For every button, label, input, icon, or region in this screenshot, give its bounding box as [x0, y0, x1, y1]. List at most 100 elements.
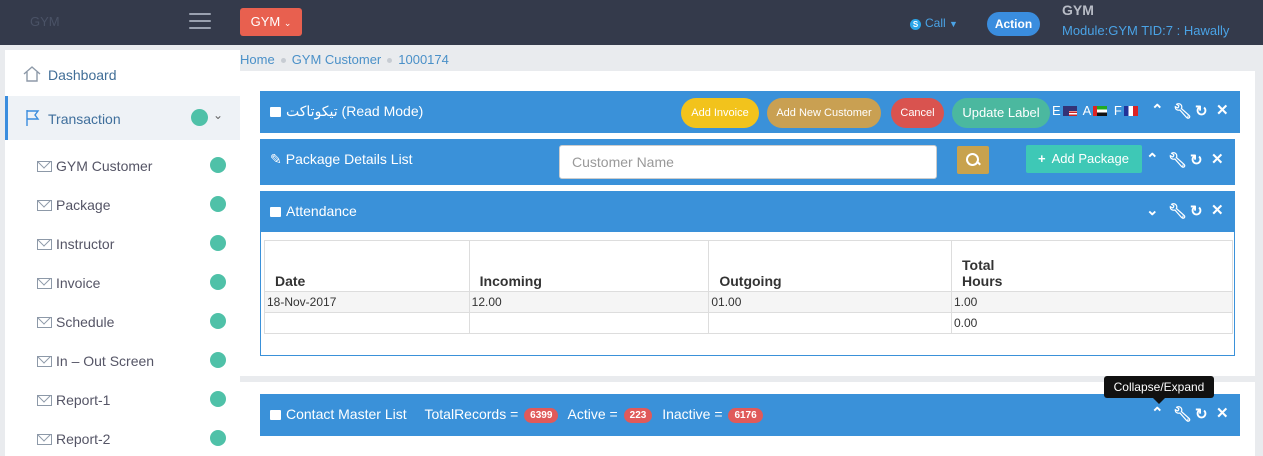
sidebar-item-gym-customer[interactable]: GYM Customer: [5, 148, 240, 187]
edit-icon: ✎: [270, 151, 282, 167]
france-flag-icon[interactable]: [1123, 106, 1138, 116]
envelope-icon: [37, 434, 52, 445]
lang-french[interactable]: F: [1114, 103, 1122, 118]
menu-toggle-icon[interactable]: [189, 13, 211, 31]
table-header-row: Date Incoming Outgoing Total Hours: [264, 240, 1233, 292]
refresh-icon[interactable]: ↻: [1195, 405, 1208, 423]
envelope-icon: [37, 200, 52, 211]
app-logo: GYM: [30, 14, 60, 29]
sidebar-item-transaction[interactable]: Transaction ⌄: [5, 96, 240, 140]
column-header-date: Date: [264, 240, 470, 292]
envelope-icon: [37, 278, 52, 289]
lang-arabic[interactable]: A: [1083, 103, 1092, 118]
table-cell: [468, 312, 710, 334]
refresh-icon[interactable]: ↻: [1190, 151, 1203, 169]
plus-icon: +: [1038, 151, 1046, 166]
collapse-icon[interactable]: ⌃: [1146, 150, 1159, 168]
language-switcher: E A F: [1052, 103, 1141, 118]
close-icon[interactable]: ✕: [1211, 201, 1224, 219]
chevron-down-icon: ⌄: [213, 108, 224, 122]
envelope-icon: [37, 317, 52, 328]
wrench-icon[interactable]: 🔧︎: [1168, 151, 1187, 169]
status-dot: [210, 430, 226, 446]
close-icon[interactable]: ✕: [1211, 150, 1224, 168]
expand-icon[interactable]: ⌄: [1146, 201, 1159, 219]
skype-icon: S: [910, 19, 921, 30]
status-dot: [210, 196, 226, 212]
table-cell: 12.00: [468, 291, 710, 313]
sidebar-item-in-out-screen[interactable]: In – Out Screen: [5, 343, 240, 382]
call-link[interactable]: S Call ▼: [910, 16, 958, 30]
sidebar-item-package[interactable]: Package: [5, 187, 240, 226]
sidebar-item-dashboard[interactable]: Dashboard: [5, 52, 240, 96]
envelope-icon: [37, 239, 52, 250]
active-badge: 223: [623, 408, 653, 423]
user-module-info: Module:GYM TID:7 : Hawally: [1062, 23, 1230, 38]
refresh-icon[interactable]: ↻: [1195, 102, 1208, 120]
refresh-icon[interactable]: ↻: [1190, 202, 1203, 220]
add-invoice-button[interactable]: Add Invoice: [681, 98, 759, 128]
uae-flag-icon[interactable]: [1093, 106, 1108, 116]
action-button[interactable]: Action: [987, 12, 1040, 36]
sidebar-item-schedule[interactable]: Schedule: [5, 304, 240, 343]
caret-down-icon: ▼: [949, 19, 958, 29]
cancel-button[interactable]: Cancel: [891, 98, 944, 128]
add-package-button[interactable]: + Add Package: [1026, 145, 1142, 173]
inactive-badge: 6176: [728, 408, 763, 423]
gift-icon: [270, 410, 281, 420]
wrench-icon[interactable]: 🔧︎: [1168, 202, 1187, 220]
close-icon[interactable]: ✕: [1216, 404, 1229, 422]
table-cell: 1.00: [951, 291, 1233, 313]
wrench-icon[interactable]: 🔧︎: [1173, 405, 1192, 423]
wrench-icon[interactable]: 🔧︎: [1173, 102, 1192, 120]
transaction-badge-dot: [191, 109, 208, 126]
status-dot: [210, 391, 226, 407]
us-flag-icon[interactable]: [1062, 106, 1077, 116]
close-icon[interactable]: ✕: [1216, 101, 1229, 119]
panel-title: تيكوتاكت (Read Mode): [270, 103, 423, 120]
table-cell: 0.00: [951, 312, 1233, 334]
chevron-down-icon: ⌄: [283, 18, 292, 28]
envelope-icon: [37, 356, 52, 367]
table-cell: 18-Nov-2017: [264, 291, 470, 313]
column-header-incoming: Incoming: [468, 240, 710, 292]
sidebar-item-invoice[interactable]: Invoice: [5, 265, 240, 304]
sidebar-item-instructor[interactable]: Instructor: [5, 226, 240, 265]
attendance-table: Date Incoming Outgoing Total Hours 18-No…: [264, 240, 1233, 334]
status-dot: [210, 157, 226, 173]
table-cell: 01.00: [708, 291, 952, 313]
add-new-customer-button[interactable]: Add New Customer: [767, 98, 881, 128]
home-icon: [23, 66, 41, 82]
contact-master-panel-header: Contact Master List TotalRecords = 6399 …: [260, 394, 1240, 436]
gift-icon: [270, 207, 281, 217]
tooltip: Collapse/Expand: [1104, 376, 1214, 404]
status-dot: [210, 274, 226, 290]
envelope-icon: [37, 395, 52, 406]
table-cell: [264, 312, 470, 334]
search-button[interactable]: [957, 146, 989, 174]
module-dropdown-button[interactable]: GYM ⌄: [240, 8, 302, 36]
envelope-icon: [37, 161, 52, 172]
sidebar-item-report-1[interactable]: Report-1: [5, 382, 240, 421]
sidebar-item-report-2[interactable]: Report-2: [5, 421, 240, 456]
table-cell: [708, 312, 952, 334]
panel-title: ✎ Package Details List: [270, 151, 413, 167]
table-row: 18-Nov-2017 12.00 01.00 1.00: [264, 291, 1233, 313]
panel-title: Attendance: [270, 203, 357, 219]
collapse-icon[interactable]: ⌃: [1151, 404, 1164, 422]
breadcrumb-record-id: 1000174: [398, 52, 449, 67]
breadcrumb-home[interactable]: Home: [240, 52, 275, 67]
column-header-outgoing: Outgoing: [708, 240, 952, 292]
breadcrumb-gym-customer[interactable]: GYM Customer: [292, 52, 382, 67]
collapse-icon[interactable]: ⌃: [1151, 101, 1164, 119]
attendance-panel-header: Attendance ⌄ 🔧︎ ↻ ✕: [260, 191, 1235, 232]
update-label-button[interactable]: Update Label: [952, 98, 1050, 128]
customer-name-input[interactable]: [559, 145, 937, 179]
sidebar: Dashboard Transaction ⌄ GYM Customer Pac…: [5, 50, 240, 456]
user-name: GYM: [1062, 2, 1094, 18]
top-navbar: GYM GYM ⌄ S Call ▼ Action GYM Module:GYM …: [0, 0, 1263, 45]
gift-icon: [270, 107, 281, 117]
package-panel-header: ✎Package Details List +Add Package ⌃ 🔧︎ …: [260, 139, 1235, 185]
panel-title: Contact Master List TotalRecords = 6399 …: [270, 406, 769, 423]
lang-english[interactable]: E: [1052, 103, 1061, 118]
